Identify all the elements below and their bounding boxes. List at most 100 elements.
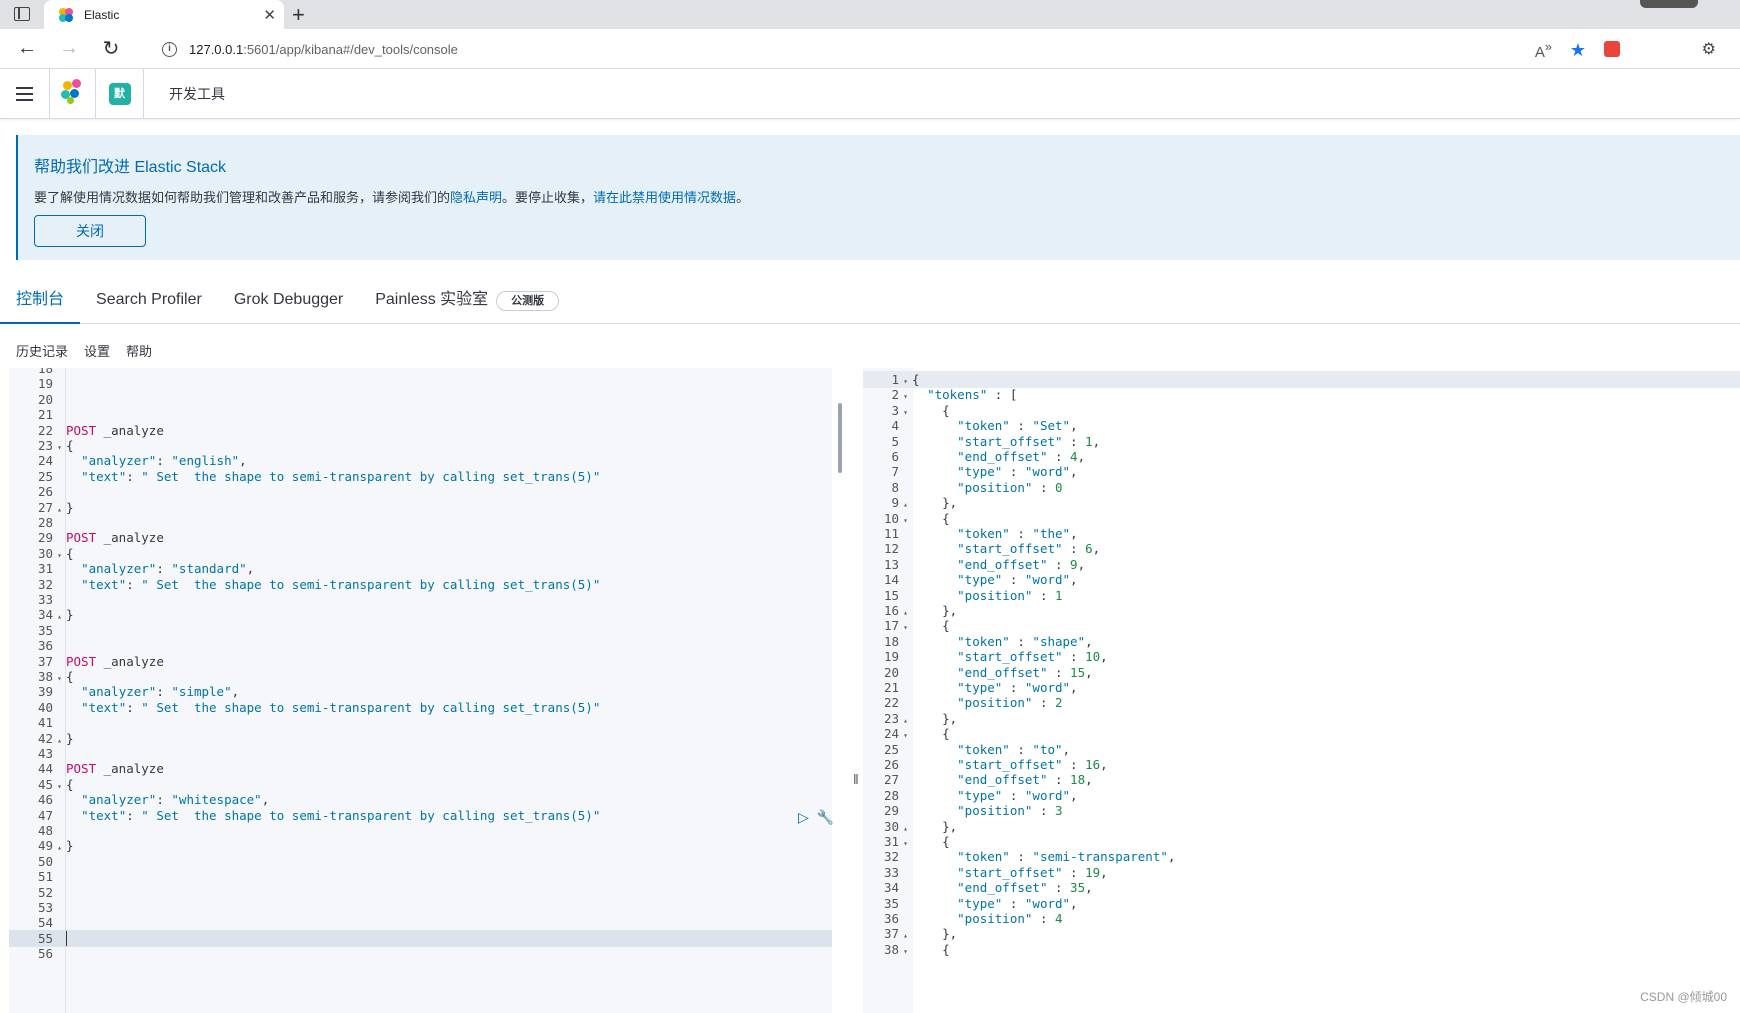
send-request-icon[interactable]: ▷ <box>798 809 809 826</box>
editor-line[interactable]: 56 <box>9 945 832 962</box>
tab-actions-icon[interactable] <box>14 7 30 21</box>
code-text: "end_offset" : 18, <box>957 772 1093 788</box>
tab-painless-lab[interactable]: Painless 实验室 公测版 <box>359 282 575 324</box>
editor-scrollbar[interactable] <box>838 403 842 473</box>
code-text: "text": " Set the shape to semi-transpar… <box>81 699 601 715</box>
fold-icon[interactable]: ▾ <box>899 943 912 960</box>
elastic-favicon-icon <box>58 7 74 23</box>
window-indicator <box>1640 0 1698 8</box>
code-text: "end_offset" : 4, <box>957 449 1086 464</box>
code-text: "type" : "word", <box>957 895 1078 911</box>
code-text: }, <box>912 710 958 726</box>
extensions-puzzle-icon[interactable]: ⚙ <box>1702 39 1716 59</box>
callout-text-middle: 。要停止收集， <box>502 190 594 205</box>
address-bar[interactable]: i 127.0.0.1:5601/app/kibana#/dev_tools/c… <box>144 34 1620 64</box>
settings-link[interactable]: 设置 <box>84 341 110 360</box>
code-text: "token" : "shape", <box>957 633 1093 649</box>
browser-tab[interactable]: Elastic ✕ <box>44 0 284 29</box>
back-icon[interactable]: ← <box>12 37 42 60</box>
read-aloud-icon[interactable]: A» <box>1535 40 1552 61</box>
disable-telemetry-link[interactable]: 请在此禁用使用情况数据 <box>593 190 736 205</box>
code-text: "analyzer": "english", <box>81 453 247 469</box>
code-text: "end_offset" : 9, <box>957 556 1086 572</box>
wrench-icon[interactable]: 🔧 <box>817 809 834 826</box>
code-text: "type" : "word", <box>957 464 1078 480</box>
tab-grok-debugger[interactable]: Grok Debugger <box>218 282 359 324</box>
close-tab-icon[interactable]: ✕ <box>263 6 276 24</box>
code-text: { <box>912 510 950 526</box>
code-text: POST _analyze <box>66 530 164 546</box>
code-text: "type" : "word", <box>957 680 1078 695</box>
request-actions: ▷ 🔧 <box>798 809 834 826</box>
menu-icon[interactable] <box>0 68 50 119</box>
code-text: { <box>912 402 950 418</box>
code-text: "position" : 4 <box>957 911 1063 926</box>
tab-console[interactable]: 控制台 <box>0 282 81 324</box>
help-link[interactable]: 帮助 <box>126 341 152 360</box>
code-text: { <box>912 726 950 742</box>
pane-resizer[interactable]: ‖ <box>853 771 859 787</box>
code-text: "analyzer": "simple", <box>81 684 240 700</box>
close-callout-button[interactable]: 关闭 <box>34 215 146 247</box>
code-text: { <box>912 618 950 634</box>
kibana-header: 默 开发工具 <box>0 68 1740 119</box>
beta-badge: 公测版 <box>496 290 560 311</box>
code-text: "token" : "semi-transparent", <box>957 849 1176 865</box>
code-text: POST _analyze <box>66 422 164 438</box>
code-text: "start_offset" : 1, <box>957 433 1101 449</box>
new-tab-icon[interactable]: + <box>292 2 305 28</box>
code-text: "position" : 0 <box>957 479 1063 495</box>
breadcrumb: 开发工具 <box>169 85 225 102</box>
browser-toolbar: ← → ↻ i 127.0.0.1:5601/app/kibana#/dev_t… <box>0 29 1740 69</box>
output-line: 38 ▾ { <box>863 941 1740 958</box>
forward-icon[interactable]: → <box>54 37 84 60</box>
code-text: "start_offset" : 16, <box>957 757 1108 772</box>
code-text: { <box>912 941 950 957</box>
space-avatar: 默 <box>108 82 131 105</box>
code-text: { <box>66 669 74 684</box>
telemetry-callout: 帮助我们改进 Elastic Stack 要了解使用情况数据如何帮助我们管理和改… <box>16 135 1740 260</box>
code-text: "end_offset" : 35, <box>957 880 1093 896</box>
code-text: "text": " Set the shape to semi-transpar… <box>81 576 601 592</box>
code-text: "end_offset" : 15, <box>957 664 1093 680</box>
tab-painless-lab-label: Painless 实验室 <box>375 290 489 308</box>
code-text: } <box>66 838 74 854</box>
callout-text: 要了解使用情况数据如何帮助我们管理和改善产品和服务，请参阅我们的隐私声明。要停止… <box>34 187 1724 206</box>
code-text: { <box>912 372 920 387</box>
line-number: 38 <box>883 941 899 957</box>
code-text: "token" : "to", <box>957 741 1071 757</box>
code-text: }, <box>912 818 958 834</box>
callout-title: 帮助我们改进 Elastic Stack <box>34 159 227 176</box>
elastic-logo-icon[interactable] <box>50 68 96 119</box>
code-text: } <box>66 730 74 746</box>
code-text: { <box>66 545 74 561</box>
console-menu: 历史记录 设置 帮助 <box>16 341 152 360</box>
history-link[interactable]: 历史记录 <box>16 341 68 360</box>
code-text: "analyzer": "whitespace", <box>81 792 270 808</box>
extension-icon[interactable] <box>1604 41 1620 57</box>
callout-text-before: 要了解使用情况数据如何帮助我们管理和改善产品和服务，请参阅我们的 <box>34 190 451 205</box>
space-selector[interactable]: 默 <box>96 68 144 119</box>
watermark: CSDN @倾城00 <box>1640 990 1727 1004</box>
code-text: "start_offset" : 10, <box>957 649 1108 665</box>
code-text: "type" : "word", <box>957 572 1078 588</box>
tab-search-profiler[interactable]: Search Profiler <box>80 282 218 324</box>
code-text: POST _analyze <box>66 761 164 777</box>
request-editor[interactable]: 18 19 20 21 22 POST _analyze 23 ▾{24 "analyzer"… <box>9 368 832 1013</box>
privacy-link[interactable]: 隐私声明 <box>450 190 502 205</box>
code-text: "position" : 2 <box>957 695 1063 711</box>
code-text: { <box>912 834 950 849</box>
code-text: "start_offset" : 6, <box>957 541 1101 557</box>
code-text: "position" : 1 <box>957 587 1063 603</box>
code-text: "position" : 3 <box>957 803 1063 819</box>
browser-tab-title: Elastic <box>84 7 120 22</box>
callout-text-after: 。 <box>736 190 750 205</box>
code-text: "text": " Set the shape to semi-transpar… <box>81 807 601 823</box>
site-info-icon[interactable]: i <box>162 41 177 57</box>
code-text: "text": " Set the shape to semi-transpar… <box>81 468 601 484</box>
code-text: }, <box>912 926 958 942</box>
code-text: { <box>66 438 74 453</box>
url-path: :5601/app/kibana#/dev_tools/console <box>243 41 458 57</box>
reload-icon[interactable]: ↻ <box>96 36 126 61</box>
favorite-star-icon[interactable]: ★ <box>1570 40 1586 61</box>
